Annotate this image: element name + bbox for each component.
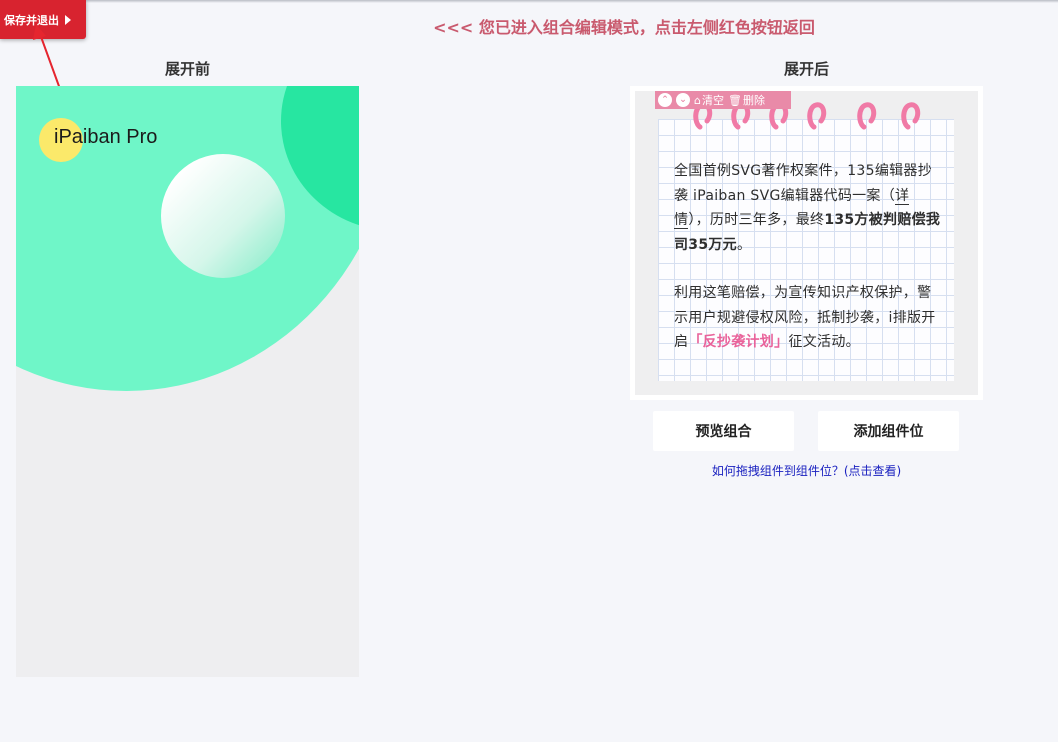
add-slot-button[interactable]: 添加组件位 [818, 411, 959, 451]
para2-after: 征文活动。 [788, 334, 860, 350]
mode-hint: <<< 您已进入组合编辑模式，点击左侧红色按钮返回 [433, 18, 815, 37]
after-preview-panel[interactable]: ⌃ ⌄ ⌂ 清空 🗑 删除 全国首例SVG著作权案件，135编辑器抄袭 iPai… [635, 91, 978, 395]
notebook-paper: 全国首例SVG著作权案件，135编辑器抄袭 iPaiban SVG编辑器代码一案… [658, 119, 954, 381]
white-gradient-circle [161, 154, 285, 278]
before-preview-panel[interactable]: iPaiban Pro [16, 86, 359, 677]
broom-icon: ⌂ [694, 93, 701, 107]
after-title: 展开后 [783, 60, 829, 78]
notebook-text: 全国首例SVG著作权案件，135编辑器抄袭 iPaiban SVG编辑器代码一案… [674, 159, 944, 355]
preview-combination-button[interactable]: 预览组合 [653, 411, 794, 451]
clear-label: 清空 [701, 94, 724, 107]
before-title: 展开前 [164, 60, 210, 78]
delete-label: 删除 [742, 94, 765, 107]
paragraph-2: 利用这笔赔偿，为宣传知识产权保护，警示用户规避侵权风险，抵制抄袭，i排版开启「反… [674, 281, 944, 355]
chevron-down-circle-icon[interactable]: ⌄ [676, 93, 690, 107]
after-preview-frame: ⌃ ⌄ ⌂ 清空 🗑 删除 全国首例SVG著作权案件，135编辑器抄袭 iPai… [630, 86, 983, 400]
paragraph-1: 全国首例SVG著作权案件，135编辑器抄袭 iPaiban SVG编辑器代码一案… [674, 159, 944, 257]
para1-part1: 全国首例SVG著作权案件，135编辑器抄袭 iPaiban SVG编辑器代码一案… [674, 163, 933, 204]
trash-icon: 🗑 [727, 93, 742, 107]
clear-button[interactable]: ⌂ 清空 [694, 92, 724, 108]
delete-button[interactable]: 🗑 删除 [728, 92, 765, 108]
para1-end: 。 [736, 236, 752, 253]
campaign-highlight: 「反抄袭计划」 [688, 334, 789, 350]
top-shadow [0, 0, 1058, 3]
component-toolbar: ⌃ ⌄ ⌂ 清空 🗑 删除 [655, 91, 791, 109]
brand-text: iPaiban Pro [54, 126, 158, 148]
drag-help-link[interactable]: 如何拖拽组件到组件位？(点击查看) [630, 462, 983, 479]
para1-part2: ），历时三年多，最终 [688, 212, 825, 228]
chevron-up-circle-icon[interactable]: ⌃ [658, 93, 672, 107]
